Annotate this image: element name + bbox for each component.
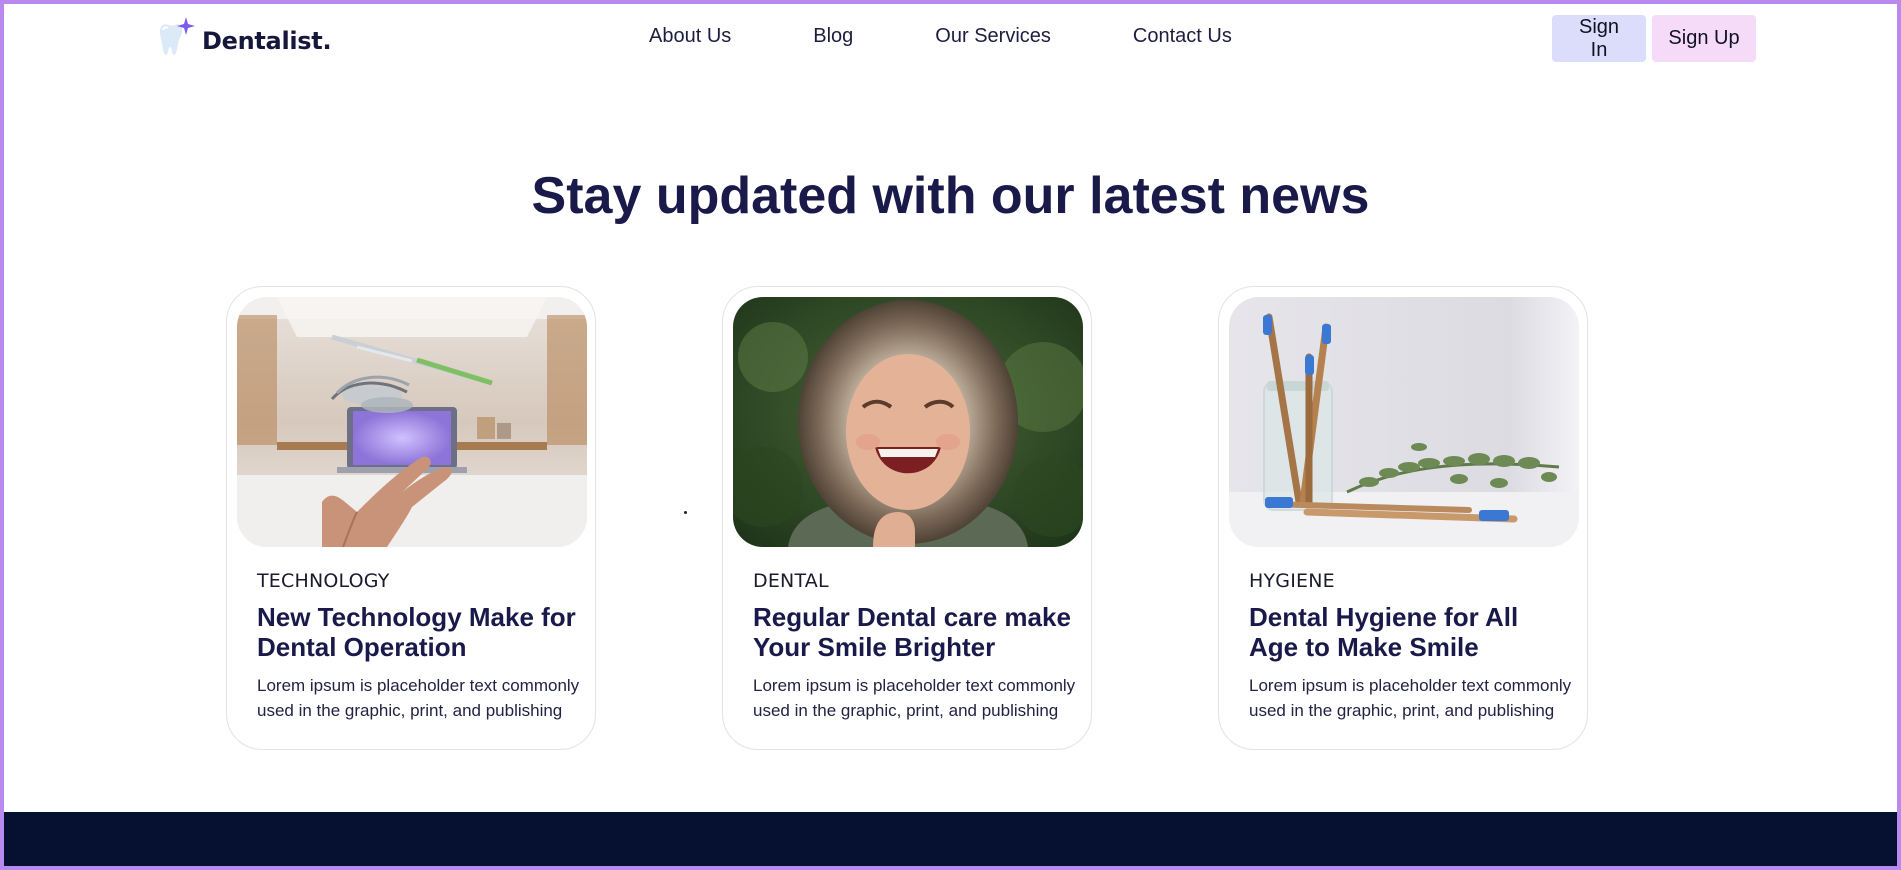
- card-excerpt: Lorem ipsum is placeholder text commonly…: [753, 676, 1076, 720]
- card-title[interactable]: Regular Dental care make Your Smile Brig…: [753, 602, 1073, 662]
- card-image-hygiene: [1229, 297, 1579, 547]
- nav-blog[interactable]: Blog: [813, 25, 853, 48]
- card-title[interactable]: New Technology Make for Dental Operation: [257, 602, 577, 662]
- card-image-dental: [733, 297, 1083, 547]
- card-image-technology: [237, 297, 587, 547]
- card-category: HYGIENE: [1249, 570, 1335, 592]
- news-card-hygiene[interactable]: HYGIENE Dental Hygiene for All Age to Ma…: [1218, 286, 1588, 750]
- nav-contact-us[interactable]: Contact Us: [1133, 25, 1232, 48]
- news-card-dental[interactable]: DENTAL Regular Dental care make Your Smi…: [722, 286, 1092, 750]
- navbar: Dentalist. About Us Blog Our Services Co…: [0, 0, 1901, 78]
- card-excerpt: Lorem ipsum is placeholder text commonly…: [257, 676, 580, 720]
- brand-name: Dentalist.: [202, 26, 332, 55]
- main-nav: About Us Blog Our Services Contact Us: [649, 25, 1232, 48]
- card-category: DENTAL: [753, 570, 829, 592]
- card-category: TECHNOLOGY: [257, 570, 390, 592]
- stray-dot: [684, 511, 687, 514]
- brand-logo[interactable]: Dentalist.: [154, 17, 332, 64]
- sign-in-button[interactable]: Sign In: [1552, 15, 1646, 62]
- card-title[interactable]: Dental Hygiene for All Age to Make Smile: [1249, 602, 1569, 662]
- tooth-sparkle-icon: [154, 17, 196, 64]
- news-card-technology[interactable]: TECHNOLOGY New Technology Make for Denta…: [226, 286, 596, 750]
- footer-band: [0, 812, 1901, 870]
- nav-about-us[interactable]: About Us: [649, 25, 731, 48]
- nav-our-services[interactable]: Our Services: [935, 25, 1051, 48]
- news-heading: Stay updated with our latest news: [531, 167, 1370, 225]
- auth-buttons: Sign In Sign Up: [1552, 15, 1756, 62]
- sign-up-button[interactable]: Sign Up: [1652, 15, 1756, 62]
- card-excerpt: Lorem ipsum is placeholder text commonly…: [1249, 676, 1572, 720]
